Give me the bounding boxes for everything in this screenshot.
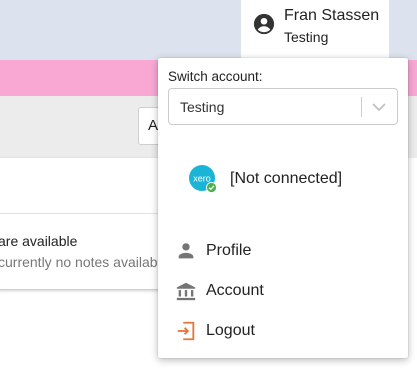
account-dropdown-menu: Switch account: Testing xero [Not connec… xyxy=(158,58,408,358)
chevron-down-icon[interactable] xyxy=(371,100,387,114)
user-name: Fran Stassen xyxy=(284,7,380,24)
notes-empty-subtitle: currently no notes available xyxy=(0,254,169,270)
menu-item-label: Logout xyxy=(206,322,255,339)
bank-icon xyxy=(176,282,196,301)
check-badge-icon xyxy=(206,182,217,193)
menu-item-label: Account xyxy=(206,282,264,299)
account-select-value: Testing xyxy=(180,99,225,115)
menu-item-account[interactable]: Account xyxy=(175,278,375,306)
user-organisation: Testing xyxy=(284,29,329,45)
switch-account-label: Switch account: xyxy=(168,69,263,84)
account-circle-icon xyxy=(253,13,275,35)
menu-item-profile[interactable]: Profile xyxy=(175,238,375,266)
connection-status: [Not connected] xyxy=(230,170,343,187)
select-separator xyxy=(361,97,362,117)
user-menu-button[interactable]: Fran Stassen Testing xyxy=(241,0,389,58)
menu-item-logout[interactable]: Logout xyxy=(175,318,375,346)
account-select[interactable]: Testing xyxy=(168,88,398,125)
logout-icon xyxy=(177,321,195,341)
menu-item-label: Profile xyxy=(206,242,252,259)
notes-empty-title: are available xyxy=(0,233,78,249)
person-icon xyxy=(178,243,194,259)
xero-connection-row[interactable]: xero [Not connected] xyxy=(188,164,388,194)
